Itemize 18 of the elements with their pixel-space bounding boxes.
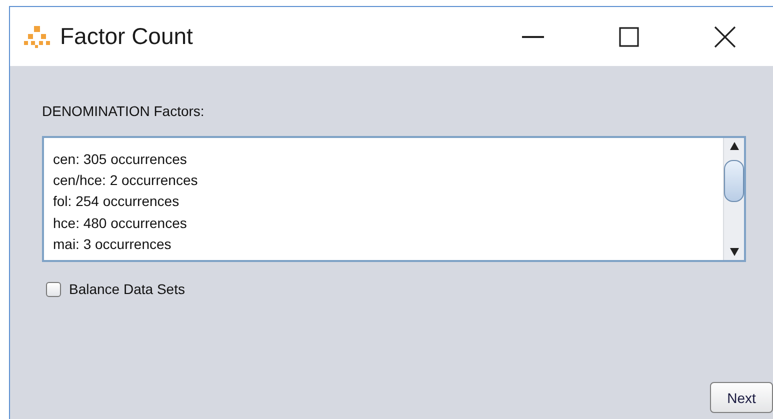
factors-label: DENOMINATION Factors:	[42, 103, 204, 119]
scroll-down-icon[interactable]	[730, 248, 738, 256]
factor-line: hce: 480 occurrences	[53, 214, 187, 233]
scrollbar[interactable]	[723, 138, 744, 260]
scroll-thumb[interactable]	[724, 160, 744, 202]
maximize-icon[interactable]	[619, 26, 639, 46]
minimize-icon[interactable]	[522, 36, 544, 38]
window-title: Factor Count	[60, 23, 194, 50]
checkbox[interactable]	[46, 282, 61, 296]
factor-line: fol: 254 occurrences	[53, 192, 180, 212]
next-button[interactable]: Next	[710, 382, 773, 413]
factor-line: cen: 305 occurrences	[53, 150, 187, 169]
factor-line: cen/hce: 2 occurrences	[53, 171, 198, 190]
scroll-up-icon[interactable]	[730, 142, 738, 150]
close-icon[interactable]	[714, 26, 736, 48]
factor-line: mai: 3 occurrences	[53, 234, 172, 254]
checkbox-label: Balance Data Sets	[69, 281, 185, 297]
app-icon	[24, 26, 50, 48]
